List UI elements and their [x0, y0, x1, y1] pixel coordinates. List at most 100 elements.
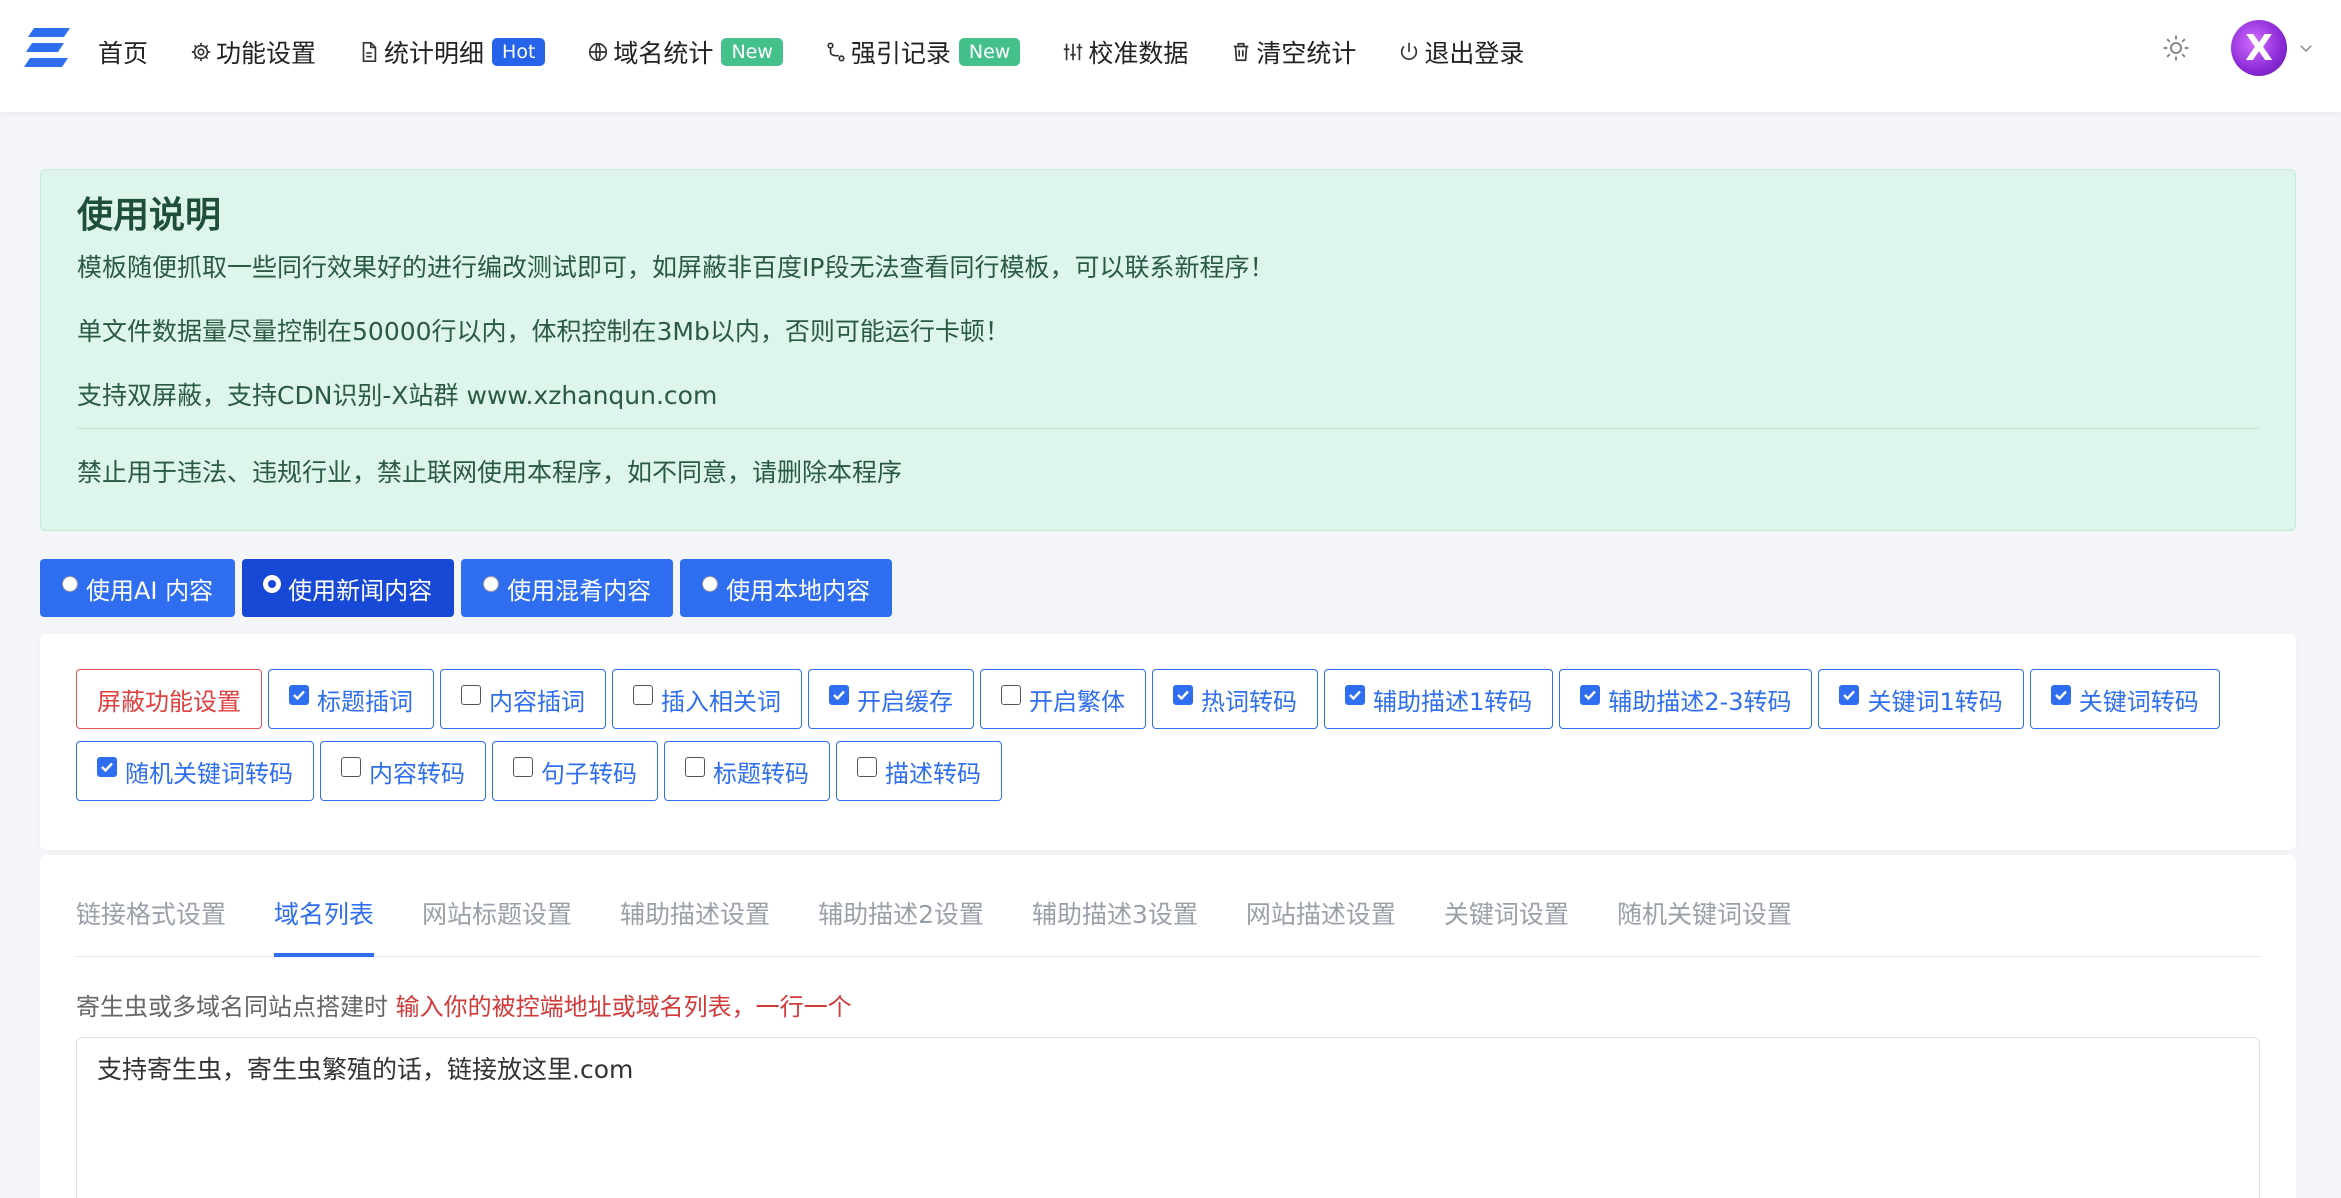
checkbox-icon	[1173, 685, 1193, 705]
nav-item-label: 校准数据	[1088, 39, 1189, 68]
chip-label: 关键词转码	[2078, 687, 2199, 716]
mode-mixed-button[interactable]: 使用混肴内容	[461, 559, 674, 617]
chip-label: 随机关键词转码	[125, 759, 293, 788]
checkbox-aux-desc23-encode[interactable]: 辅助描述2-3转码	[1559, 669, 1813, 729]
chip-label: 句子转码	[541, 759, 637, 788]
top-navbar: 首页 功能设置 统计明细 Hot 域名统计 New 强引记录 New 校准数据 …	[0, 0, 2341, 112]
checkbox-icon	[513, 757, 533, 777]
block-settings-button[interactable]: 屏蔽功能设置	[76, 669, 262, 729]
radio-icon	[483, 576, 500, 592]
radio-icon	[702, 576, 719, 592]
trash-icon	[1234, 42, 1249, 62]
nav-item-label: 统计明细	[384, 39, 485, 68]
checkbox-title-insert[interactable]: 标题插词	[268, 669, 434, 729]
avatar[interactable]: X	[2231, 20, 2287, 76]
new-badge: New	[721, 38, 783, 66]
checkbox-related-words[interactable]: 插入相关词	[612, 669, 802, 729]
nav-item-clear-stats[interactable]: 清空统计	[1230, 34, 1356, 70]
checkbox-icon	[1839, 685, 1860, 705]
checkbox-cache[interactable]: 开启缓存	[808, 669, 974, 729]
tab-domain-list[interactable]: 域名列表	[274, 893, 375, 957]
usage-notice: 使用说明 模板随便抓取一些同行效果好的进行编改测试即可，如屏蔽非百度IP段无法查…	[40, 169, 2296, 531]
mode-label: 使用AI 内容	[86, 576, 214, 605]
mode-label: 使用新闻内容	[288, 576, 433, 605]
tab-aux-desc2[interactable]: 辅助描述2设置	[818, 893, 984, 957]
chip-label: 开启缓存	[857, 687, 953, 716]
chip-label: 辅助描述1转码	[1373, 687, 1533, 716]
chip-label: 关键词1转码	[1867, 687, 2003, 716]
nav-item-settings[interactable]: 功能设置	[190, 34, 316, 70]
radio-icon	[264, 576, 281, 592]
checkbox-keyword-encode[interactable]: 关键词转码	[2029, 669, 2220, 729]
tab-keyword[interactable]: 关键词设置	[1444, 893, 1569, 957]
checkbox-keyword1-encode[interactable]: 关键词1转码	[1818, 669, 2024, 729]
checkbox-icon	[289, 685, 309, 705]
nav-item-calibrate[interactable]: 校准数据	[1062, 34, 1188, 70]
tab-link-format[interactable]: 链接格式设置	[76, 893, 226, 957]
tab-site-desc[interactable]: 网站描述设置	[1246, 893, 1396, 957]
chip-label: 辅助描述2-3转码	[1608, 687, 1792, 716]
nav-item-label: 功能设置	[216, 39, 317, 68]
hint-highlight: 输入你的被控端地址或域名列表，一行一个	[395, 993, 852, 1021]
domain-list-textarea[interactable]: 支持寄生虫，寄生虫繁殖的话，链接放这里.com	[76, 1037, 2260, 1198]
notice-line: 禁止用于违法、违规行业，禁止联网使用本程序，如不同意，请删除本程序	[77, 458, 903, 487]
hint-text: 寄生虫或多域名同站点搭建时	[76, 993, 388, 1021]
checkbox-icon	[633, 685, 653, 705]
route-icon	[827, 42, 845, 62]
mode-local-button[interactable]: 使用本地内容	[680, 559, 893, 617]
new-badge: New	[958, 38, 1021, 66]
tab-site-title[interactable]: 网站标题设置	[422, 893, 572, 957]
checkbox-random-keyword-encode[interactable]: 随机关键词转码	[76, 741, 314, 801]
checkbox-icon	[829, 685, 849, 705]
notice-title: 使用说明	[77, 195, 222, 236]
nav-item-logout[interactable]: 退出登录	[1398, 34, 1524, 70]
nav-menu: 首页 功能设置 统计明细 Hot 域名统计 New 强引记录 New 校准数据 …	[98, 0, 1566, 104]
chevron-down-icon[interactable]	[2297, 39, 2315, 57]
chip-label: 内容转码	[369, 759, 465, 788]
checkbox-icon	[1345, 685, 1365, 705]
tab-aux-desc3[interactable]: 辅助描述3设置	[1032, 893, 1198, 957]
feature-row: 随机关键词转码 内容转码 句子转码 标题转码 描述转码	[76, 741, 1008, 801]
checkbox-title-encode[interactable]: 标题转码	[664, 741, 830, 801]
sun-icon[interactable]	[2161, 33, 2191, 63]
checkbox-icon	[341, 757, 361, 777]
checkbox-sentence-encode[interactable]: 句子转码	[492, 741, 658, 801]
checkbox-aux-desc1-encode[interactable]: 辅助描述1转码	[1324, 669, 1554, 729]
mode-news-button[interactable]: 使用新闻内容	[242, 559, 455, 617]
checkbox-hotword-encode[interactable]: 热词转码	[1152, 669, 1318, 729]
nav-item-redirect-log[interactable]: 强引记录 New	[825, 34, 1021, 70]
checkbox-icon	[2050, 685, 2071, 705]
mode-label: 使用本地内容	[726, 576, 871, 605]
domain-list-hint: 寄生虫或多域名同站点搭建时 输入你的被控端地址或域名列表，一行一个	[76, 987, 852, 1022]
chip-label: 描述转码	[885, 759, 981, 788]
checkbox-desc-encode[interactable]: 描述转码	[836, 741, 1002, 801]
notice-divider	[77, 428, 2259, 429]
checkbox-traditional[interactable]: 开启繁体	[980, 669, 1146, 729]
nav-item-domain-stats[interactable]: 域名统计 New	[587, 34, 783, 70]
checkbox-icon	[685, 757, 705, 777]
checkbox-icon	[97, 757, 117, 777]
checkbox-icon	[1001, 685, 1021, 705]
tab-aux-desc[interactable]: 辅助描述设置	[620, 893, 770, 957]
tab-random-keyword[interactable]: 随机关键词设置	[1617, 893, 1792, 957]
nav-right: X	[2161, 0, 2341, 96]
nav-item-home[interactable]: 首页	[98, 34, 148, 70]
checkbox-icon	[1580, 685, 1601, 705]
power-icon	[1401, 42, 1418, 60]
checkbox-content-insert[interactable]: 内容插词	[440, 669, 606, 729]
mode-ai-button[interactable]: 使用AI 内容	[40, 559, 236, 617]
chip-label: 屏蔽功能设置	[97, 687, 241, 716]
nav-item-stats-detail[interactable]: 统计明细 Hot	[358, 34, 546, 70]
checkbox-content-encode[interactable]: 内容转码	[320, 741, 486, 801]
settings-tabs-card: 链接格式设置 域名列表 网站标题设置 辅助描述设置 辅助描述2设置 辅助描述3设…	[40, 855, 2296, 1198]
logo-icon[interactable]	[24, 24, 74, 72]
mode-label: 使用混肴内容	[507, 576, 652, 605]
avatar-letter: X	[2245, 27, 2273, 69]
chip-label: 开启繁体	[1029, 687, 1125, 716]
globe-icon	[589, 42, 608, 62]
nav-item-label: 退出登录	[1424, 39, 1525, 68]
chip-label: 热词转码	[1201, 687, 1297, 716]
chip-label: 标题插词	[317, 687, 413, 716]
settings-tabs: 链接格式设置 域名列表 网站标题设置 辅助描述设置 辅助描述2设置 辅助描述3设…	[76, 893, 2260, 957]
chip-label: 内容插词	[489, 687, 585, 716]
